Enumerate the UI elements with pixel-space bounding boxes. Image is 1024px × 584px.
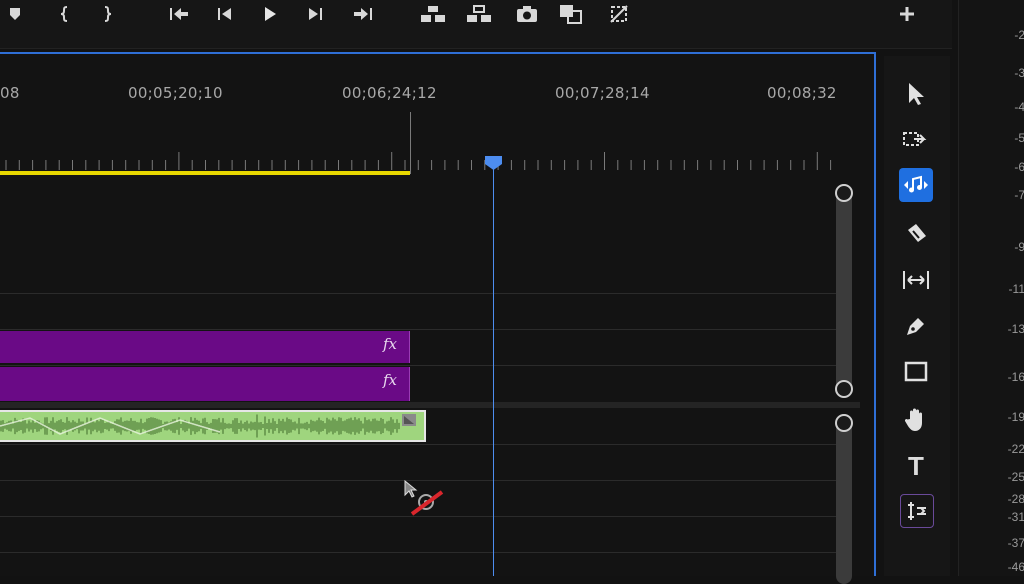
scroll-handle-top[interactable] [835,414,853,432]
track-select-forward-tool-icon[interactable] [898,122,934,158]
meter-scale-label: -19 [1007,410,1024,424]
meter-scale-label: -28 [1007,492,1024,506]
track-divider [0,365,836,366]
ruler-timecode: 00;08;32 [767,84,837,102]
meter-scale-label: -16 [1007,370,1024,384]
tools-panel: T [884,56,950,576]
pen-tool-icon[interactable] [898,308,934,344]
video-audio-divider[interactable] [0,402,860,408]
extract-icon[interactable] [464,0,494,28]
meter-scale-label: -4 [1014,100,1024,114]
ruler-timecode: 08 [0,84,20,102]
step-back-icon[interactable] [210,0,240,28]
hand-tool-icon[interactable] [898,402,934,438]
meter-scale-label: -37 [1007,536,1024,550]
remix-adjust-tool-icon[interactable] [900,494,934,528]
playhead-handle[interactable] [485,155,502,170]
add-marker-icon[interactable] [0,0,30,28]
audio-meter-panel: -2 -3 -4 -5 -6 -7 -9 -11 -13 -16 -19 -22 -25 -28 -31 -3… [958,0,1024,576]
proxy-toggle-icon[interactable] [604,0,634,28]
mark-in-icon[interactable] [50,0,80,28]
scroll-handle-bottom[interactable] [835,380,853,398]
ruler-timecode: 00;05;20;10 [128,84,223,102]
meter-scale-label: -5 [1014,131,1024,145]
track-divider [0,444,836,445]
audio-clip-a1[interactable] [0,410,426,442]
meter-scale-label: -2 [1014,28,1024,42]
video-clip-v1[interactable]: fx [0,367,410,401]
work-area-bar[interactable] [0,171,410,175]
time-ruler[interactable] [0,150,840,170]
remix-cursor-icon [404,479,444,520]
meter-scale-label: -3 [1014,66,1024,80]
video-tracks-scrollbar[interactable] [835,184,853,398]
ruler-timecode: 00;07;28;14 [555,84,650,102]
audio-tracks-scrollbar[interactable] [835,414,853,584]
razor-tool-icon[interactable] [898,216,934,252]
track-divider [0,329,836,330]
meter-scale-label: -22 [1007,442,1024,456]
type-tool-icon[interactable]: T [898,448,934,484]
go-to-out-icon[interactable] [348,0,378,28]
scroll-handle-top[interactable] [835,184,853,202]
meter-scale-label: -31 [1007,510,1024,524]
meter-scale-label: -11 [1008,282,1024,296]
mark-out-icon[interactable] [92,0,122,28]
meter-scale-label: -6 [1014,160,1024,174]
ruler-timecode: 00;06;24;12 [342,84,437,102]
add-button-icon[interactable] [892,0,922,28]
meter-scale-label: -13 [1007,322,1024,336]
meter-scale-label: -46 [1007,560,1024,574]
comparison-view-icon[interactable] [556,0,586,28]
fx-badge[interactable]: fx [383,371,397,389]
slip-tool-icon[interactable] [898,262,934,298]
selection-tool-icon[interactable] [898,76,934,112]
track-divider [0,293,836,294]
step-forward-icon[interactable] [300,0,330,28]
remix-tool-icon[interactable] [899,168,933,202]
meter-scale-label: -7 [1014,188,1024,202]
play-icon[interactable] [255,0,285,28]
lift-icon[interactable] [418,0,448,28]
transport-toolbar [0,0,952,49]
track-divider [0,552,836,553]
audio-waveform [0,414,416,438]
out-point-marker [410,112,411,174]
video-clip-v2[interactable]: fx [0,331,410,363]
meter-scale-label: -9 [1014,240,1024,254]
rectangle-tool-icon[interactable] [898,354,934,390]
camera-icon[interactable] [512,0,542,28]
go-to-in-icon[interactable] [164,0,194,28]
playhead-line[interactable] [493,168,494,576]
fx-badge[interactable]: fx [383,335,397,353]
meter-scale-label: -25 [1007,470,1024,484]
